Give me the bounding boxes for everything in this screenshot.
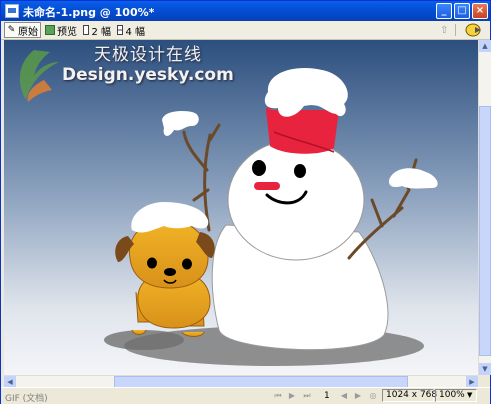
tab-original[interactable]: ✎ 原始 (4, 22, 41, 38)
four-up-icon (117, 25, 124, 35)
zoom-dropdown-icon[interactable]: ▼ (467, 391, 472, 399)
first-frame-icon[interactable]: ⏮ (272, 390, 284, 402)
two-up-icon (83, 25, 90, 35)
window-title: 未命名-1.png @ 100%* (23, 6, 155, 19)
watermark-en: Design.yesky.com (62, 65, 234, 85)
vertical-scroll-thumb[interactable] (479, 106, 491, 356)
quick-export-icon[interactable] (463, 22, 485, 38)
last-frame-icon[interactable]: ⏭ (301, 390, 313, 402)
export-icon (465, 23, 481, 37)
watermark-cn: 天极设计在线 (94, 45, 202, 65)
close-button[interactable]: × (472, 3, 488, 19)
image-dimensions: 1024 x 768 (382, 389, 437, 402)
frame-number: 1 (324, 391, 330, 401)
export-format-label: GIF (文档) (5, 394, 48, 404)
preview-icon (45, 25, 55, 35)
scroll-down-arrow-icon[interactable]: ▼ (479, 363, 491, 375)
pencil-icon: ✎ (7, 25, 16, 35)
snowman-illustration (4, 40, 478, 375)
prev-frame-icon[interactable]: ◀ (338, 390, 350, 402)
play-icon[interactable]: ▶ (286, 390, 298, 402)
tab-2-up[interactable]: 2 幅 (81, 22, 113, 38)
pointer-tool-icon[interactable]: ⇧ (438, 22, 452, 38)
tab-4-up[interactable]: 4 幅 (115, 22, 147, 38)
scroll-corner (478, 375, 490, 387)
document-window: 未命名-1.png @ 100%* _ □ × ✎ 原始 预览 2 幅 4 幅 … (0, 0, 491, 404)
next-frame-icon[interactable]: ▶ (352, 390, 364, 402)
tab-preview[interactable]: 预览 (43, 22, 79, 38)
title-bar[interactable]: 未命名-1.png @ 100%* _ □ × (1, 1, 490, 21)
image-canvas[interactable]: 天极设计在线 Design.yesky.com (4, 40, 478, 375)
status-bar: GIF (文档) ⏮ ▶ ⏭ 1 ◀ ▶ ◎ 1024 x 768 100% ▼ (1, 387, 490, 404)
toolbar-separator (455, 24, 456, 36)
document-icon (5, 4, 19, 18)
vertical-scrollbar[interactable]: ▲ ▼ (478, 40, 491, 375)
loop-icon[interactable]: ◎ (367, 390, 379, 402)
tab-4-up-label: 4 幅 (125, 26, 145, 38)
tab-preview-label: 预览 (57, 26, 77, 38)
maximize-button[interactable]: □ (454, 3, 470, 19)
view-toolbar: ✎ 原始 预览 2 幅 4 幅 ⇧ (1, 21, 490, 40)
tab-2-up-label: 2 幅 (91, 26, 111, 38)
scroll-up-arrow-icon[interactable]: ▲ (479, 40, 491, 52)
minimize-button[interactable]: _ (436, 3, 452, 19)
tab-original-label: 原始 (18, 26, 38, 38)
